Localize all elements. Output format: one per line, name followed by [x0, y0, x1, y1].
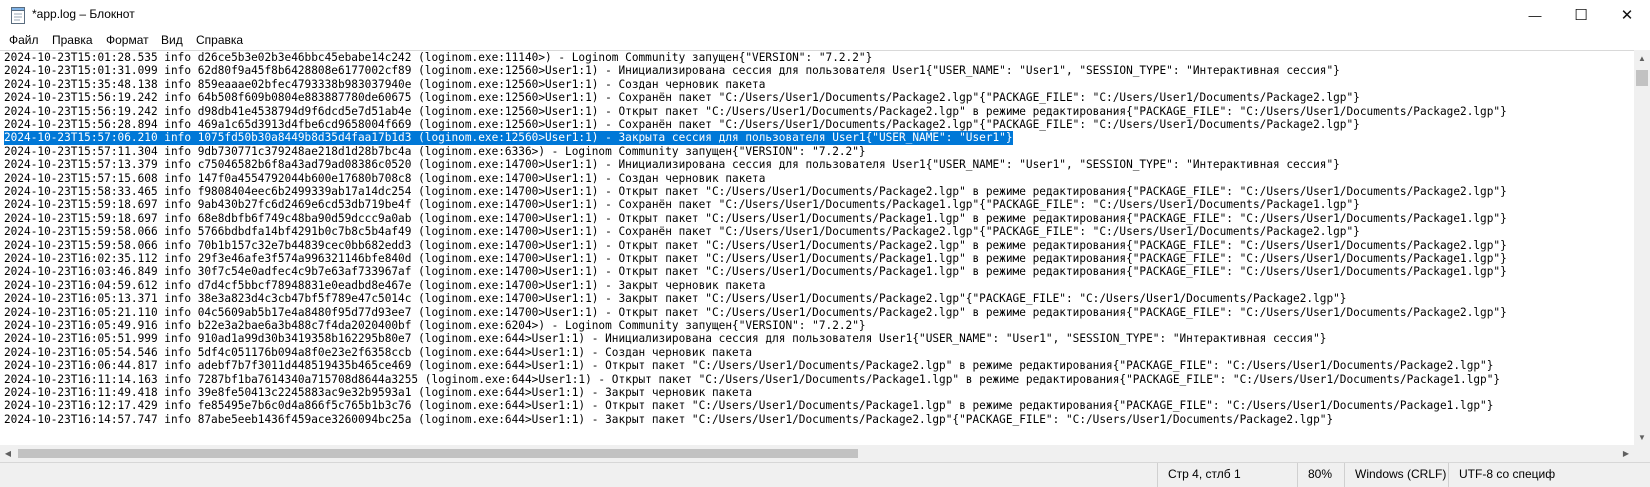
scrollbar-corner: [1634, 445, 1650, 462]
log-line: 2024-10-23T16:14:57.747 info 87abe5eeb14…: [4, 412, 1334, 426]
log-line: 2024-10-23T16:12:17.429 info fe85495e7b6…: [4, 399, 1494, 413]
horizontal-scroll-thumb[interactable]: [18, 449, 858, 458]
zoom-level: 80%: [1297, 463, 1344, 487]
log-line: 2024-10-23T15:57:13.379 info c75046582b6…: [4, 158, 1340, 172]
log-line: 2024-10-23T15:59:18.697 info 9ab430b27fc…: [4, 198, 1360, 212]
log-line: 2024-10-23T15:01:31.099 info 62d80f9a45f…: [4, 64, 1340, 78]
encoding: UTF-8 со специф: [1448, 463, 1650, 487]
log-line: 2024-10-23T16:05:49.916 info b22e3a2bae6…: [4, 319, 866, 332]
log-line: 2024-10-23T16:11:49.418 info 39e8fe50413…: [4, 386, 753, 399]
menu-format[interactable]: Формат: [106, 33, 149, 47]
minimize-button[interactable]: —: [1512, 0, 1558, 30]
log-line: 2024-10-23T15:57:11.304 info 9db730771c3…: [4, 144, 866, 158]
menu-bar: Файл Правка Формат Вид Справка: [0, 30, 1650, 50]
line-endings: Windows (CRLF): [1344, 463, 1448, 487]
minimize-icon: —: [1528, 7, 1542, 23]
vertical-scroll-thumb[interactable]: [1636, 70, 1648, 86]
vertical-scrollbar[interactable]: ▲ ▼: [1634, 50, 1650, 445]
close-button[interactable]: ✕: [1604, 0, 1650, 30]
log-line: 2024-10-23T16:05:21.110 info 04c5609ab5b…: [4, 305, 1507, 319]
menu-edit[interactable]: Правка: [52, 33, 93, 47]
maximize-button[interactable]: ☐: [1558, 0, 1604, 30]
arrow-right-icon[interactable]: ▶: [1618, 445, 1634, 462]
arrow-left-icon[interactable]: ◀: [0, 445, 16, 462]
arrow-down-icon[interactable]: ▼: [1634, 429, 1650, 445]
log-line: 2024-10-23T15:59:58.066 info 5766bdbdfa1…: [4, 225, 1360, 239]
menu-file[interactable]: Файл: [9, 33, 39, 47]
status-bar: Стр 4, стлб 1 80% Windows (CRLF) UTF-8 с…: [0, 462, 1650, 487]
arrow-up-icon[interactable]: ▲: [1634, 50, 1650, 66]
menu-view[interactable]: Вид: [161, 33, 183, 47]
log-line: 2024-10-23T16:05:13.371 info 38e3a823d4c…: [4, 292, 1347, 306]
log-line: 2024-10-23T16:06:44.817 info adebf7b7f30…: [4, 359, 1494, 373]
title-bar: *app.log – Блокнот — ☐ ✕: [0, 0, 1650, 30]
selected-log-line: 2024-10-23T15:57:06.210 info 1075fd50b30…: [4, 131, 1013, 146]
log-line: 2024-10-23T15:57:15.608 info 147f0a45547…: [4, 171, 766, 185]
notepad-icon: [11, 7, 25, 24]
text-editor[interactable]: 2024-10-23T15:01:28.535 info d26ce5b3e02…: [0, 50, 1634, 446]
log-line: 2024-10-23T15:35:48.138 info 859eaaae02b…: [4, 77, 766, 91]
log-line: 2024-10-23T16:03:46.849 info 30f7c54e0ad…: [4, 265, 1507, 279]
log-line: 2024-10-23T16:04:59.612 info d7d4cf5bbcf…: [4, 278, 766, 292]
close-icon: ✕: [1620, 7, 1634, 24]
log-line: 2024-10-23T15:56:19.242 info d98db41e453…: [4, 104, 1507, 118]
log-line: 2024-10-23T16:02:35.112 info 29f3e46afe3…: [4, 252, 1507, 265]
log-line: 2024-10-23T15:56:28.894 info 469a1c65d39…: [4, 118, 1360, 131]
log-line: 2024-10-23T16:11:14.163 info 7287bf1ba76…: [4, 372, 1501, 386]
cursor-position: Стр 4, стлб 1: [1157, 463, 1297, 487]
log-line: 2024-10-23T15:58:33.465 info f9808404eec…: [4, 185, 1507, 198]
menu-help[interactable]: Справка: [196, 33, 243, 47]
window-title: *app.log – Блокнот: [32, 7, 135, 21]
log-line: 2024-10-23T16:05:54.546 info 5df4c051176…: [4, 345, 753, 359]
log-line: 2024-10-23T15:56:19.242 info 64b508f609b…: [4, 91, 1360, 105]
log-line: 2024-10-23T15:59:18.697 info 68e8dbfb6f7…: [4, 211, 1507, 225]
log-line: 2024-10-23T15:01:28.535 info d26ce5b3e02…: [4, 51, 873, 64]
log-line: 2024-10-23T16:05:51.999 info 910ad1a99d3…: [4, 332, 1327, 346]
maximize-icon: ☐: [1574, 7, 1588, 24]
log-line: 2024-10-23T15:59:58.066 info 70b1b157c32…: [4, 238, 1507, 252]
horizontal-scrollbar[interactable]: ◀ ▶: [0, 445, 1634, 462]
